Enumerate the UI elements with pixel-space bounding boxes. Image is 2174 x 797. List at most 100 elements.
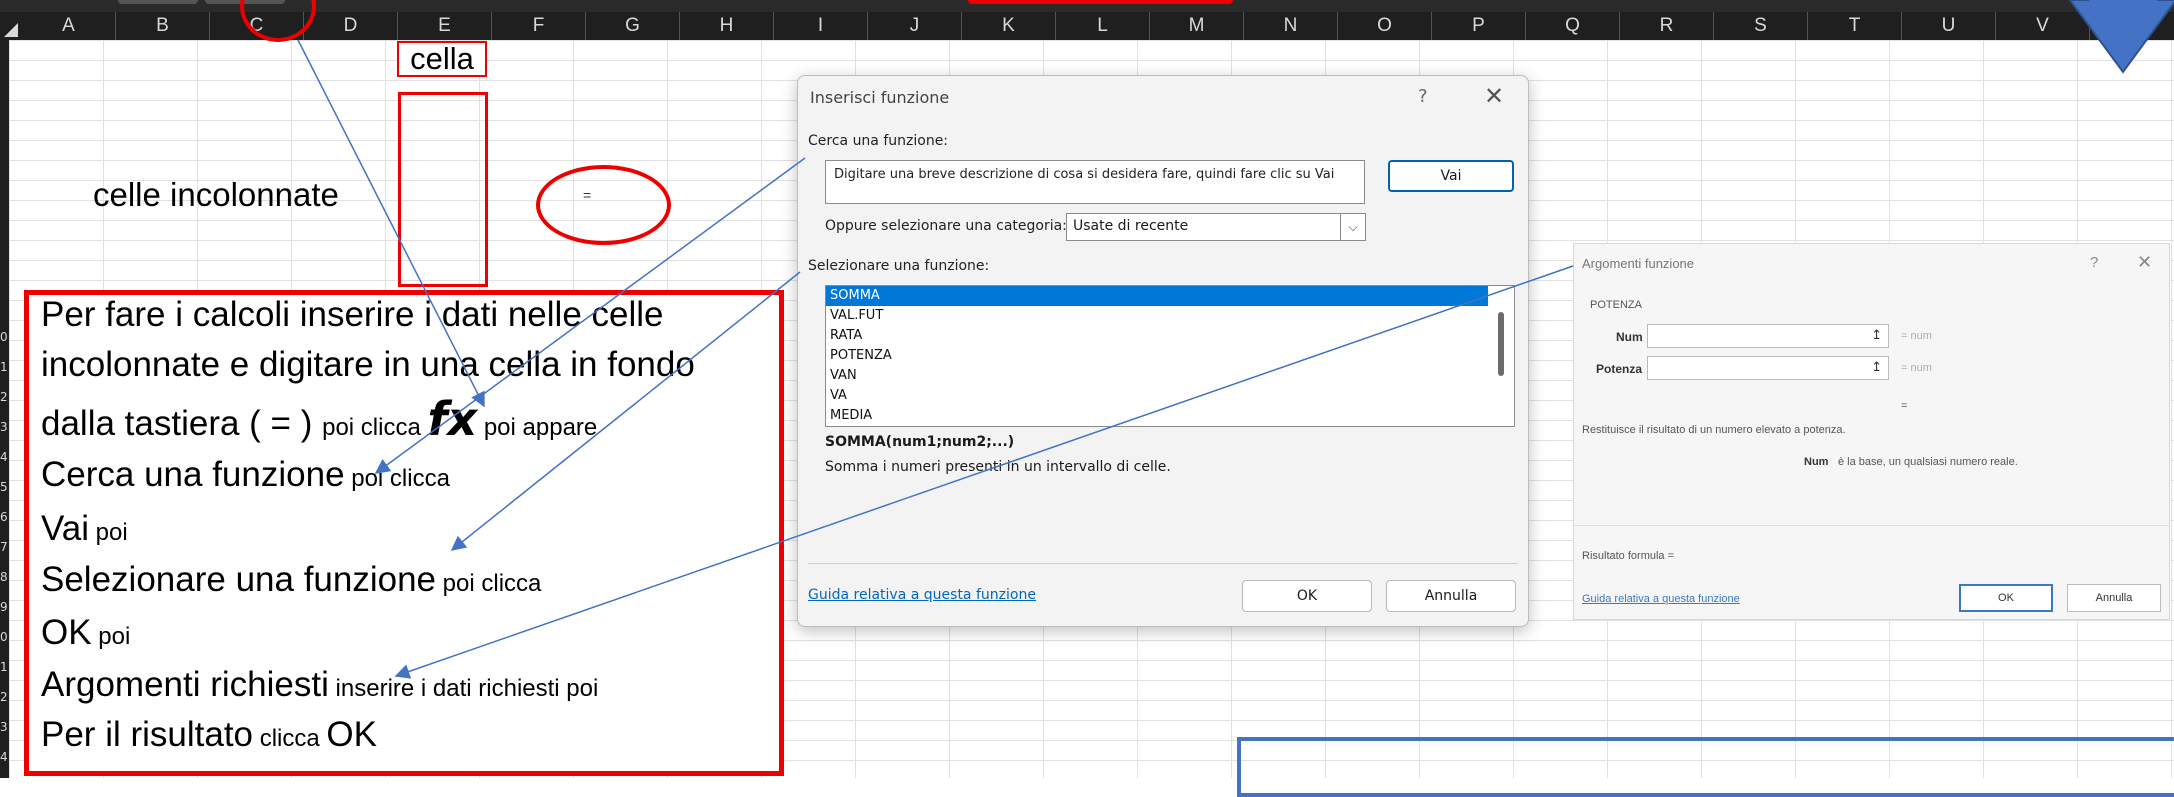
- row-header[interactable]: 5: [0, 480, 9, 494]
- cancel-button[interactable]: Annulla: [1386, 580, 1516, 612]
- column-header-o[interactable]: O: [1338, 12, 1432, 40]
- row-header[interactable]: 0: [0, 630, 9, 644]
- window-top-strip: [0, 0, 2174, 12]
- select-all-corner[interactable]: [0, 12, 22, 40]
- row-header[interactable]: 4: [0, 450, 9, 464]
- instruction-note: clicca: [253, 725, 327, 752]
- equals-cell-circle: [536, 165, 671, 245]
- instruction-text: OK: [326, 715, 377, 754]
- column-header-e[interactable]: E: [398, 12, 492, 40]
- column-header-l[interactable]: L: [1056, 12, 1150, 40]
- function-list-item[interactable]: VAL.FUT: [826, 306, 1488, 326]
- function-list-item[interactable]: SOMMA: [826, 286, 1488, 306]
- instruction-line-4: Cerca una funzione poi clicca: [41, 455, 450, 495]
- column-header-n[interactable]: N: [1244, 12, 1338, 40]
- equals-cell-value: =: [583, 187, 592, 203]
- row-header[interactable]: 3: [0, 720, 9, 734]
- function-list-item[interactable]: VAN: [826, 366, 1488, 386]
- search-input[interactable]: Digitare una breve descrizione di cosa s…: [825, 160, 1365, 204]
- column-header-g[interactable]: G: [586, 12, 680, 40]
- dialog-title: Argomenti funzione: [1582, 256, 1695, 271]
- instruction-line-8: Argomenti richiesti inserire i dati rich…: [41, 665, 598, 705]
- function-list-item[interactable]: VA: [826, 386, 1488, 406]
- column-header-q[interactable]: Q: [1526, 12, 1620, 40]
- function-description: Restituisce il risultato di un numero el…: [1582, 424, 1846, 436]
- arrow-down-icon: [2068, 0, 2174, 74]
- instruction-text: Argomenti richiesti: [41, 665, 329, 704]
- arg1-input[interactable]: ↥: [1647, 324, 1889, 348]
- instructions-box: Per fare i calcoli inserire i dati nelle…: [24, 290, 784, 776]
- ok-button[interactable]: OK: [1959, 584, 2053, 612]
- arg2-label: Potenza: [1596, 362, 1643, 376]
- instruction-text: Cerca una funzione: [41, 455, 345, 494]
- column-header-h[interactable]: H: [680, 12, 774, 40]
- row-header[interactable]: 2: [0, 390, 9, 404]
- instruction-line-9: Per il risultato clicca OK: [41, 715, 377, 755]
- insert-function-dialog: Inserisci funzione ? ✕ Cerca una funzion…: [797, 75, 1529, 627]
- arg1-label: Num: [1616, 330, 1643, 344]
- column-header-s[interactable]: S: [1714, 12, 1808, 40]
- column-header-bar: ABCDEFGHIJKLMNOPQRSTUV: [0, 12, 2174, 40]
- arg2-input[interactable]: ↥: [1647, 356, 1889, 380]
- ok-button[interactable]: OK: [1242, 580, 1372, 612]
- instruction-note: poi: [89, 519, 128, 546]
- column-header-u[interactable]: U: [1902, 12, 1996, 40]
- column-header-f[interactable]: F: [492, 12, 586, 40]
- column-header-i[interactable]: I: [774, 12, 868, 40]
- instruction-note: poi clicca: [344, 465, 450, 492]
- column-header-k[interactable]: K: [962, 12, 1056, 40]
- help-link[interactable]: Guida relativa a questa funzione: [1582, 593, 1740, 605]
- row-header[interactable]: 8: [0, 570, 9, 584]
- column-header-t[interactable]: T: [1808, 12, 1902, 40]
- row-header[interactable]: 3: [0, 420, 9, 434]
- instruction-text: dalla tastiera ( = ): [41, 404, 323, 443]
- instruction-text: Per il risultato: [41, 715, 254, 754]
- column-header-b[interactable]: B: [116, 12, 210, 40]
- function-list-item[interactable]: RATA: [826, 326, 1488, 346]
- help-link[interactable]: Guida relativa a questa funzione: [808, 587, 1036, 603]
- instruction-text: Vai: [41, 509, 89, 548]
- collapse-arrow-icon[interactable]: ↥: [1871, 359, 1882, 375]
- row-header[interactable]: 2: [0, 690, 9, 704]
- row-header[interactable]: 1: [0, 360, 9, 374]
- category-label: Oppure selezionare una categoria:: [825, 218, 1067, 234]
- chevron-down-icon[interactable]: ⌵: [1340, 214, 1365, 240]
- column-header-p[interactable]: P: [1432, 12, 1526, 40]
- collapse-arrow-icon[interactable]: ↥: [1871, 327, 1882, 343]
- fx-icon: fx: [427, 392, 478, 446]
- help-icon[interactable]: ?: [2090, 254, 2098, 271]
- row-header[interactable]: 9: [0, 600, 9, 614]
- close-icon[interactable]: ✕: [1484, 82, 1504, 110]
- blue-frame: [1237, 737, 2174, 797]
- list-scrollbar[interactable]: [1498, 312, 1504, 376]
- row-header[interactable]: 6: [0, 510, 9, 524]
- cella-label: cella: [397, 41, 487, 77]
- arg2-hint: = num: [1901, 362, 1932, 374]
- dialog-title: Inserisci funzione: [810, 88, 950, 107]
- row-header[interactable]: 4: [0, 750, 9, 764]
- column-header-a[interactable]: A: [22, 12, 116, 40]
- divider: [808, 563, 1518, 564]
- instruction-line-6: Selezionare una funzione poi clicca: [41, 560, 541, 600]
- help-icon[interactable]: ?: [1418, 86, 1428, 107]
- cancel-button[interactable]: Annulla: [2067, 584, 2161, 612]
- category-select[interactable]: Usate di recente ⌵: [1066, 213, 1366, 241]
- function-list-item[interactable]: MEDIA: [826, 406, 1488, 426]
- close-icon[interactable]: ✕: [2137, 252, 2152, 273]
- column-header-r[interactable]: R: [1620, 12, 1714, 40]
- function-arguments-dialog: Argomenti funzione ? ✕ POTENZA Num ↥ = n…: [1573, 243, 2170, 620]
- arg-description: è la base, un qualsiasi numero reale.: [1838, 456, 2018, 468]
- arg-desc-label: Num: [1804, 456, 1829, 468]
- column-header-d[interactable]: D: [304, 12, 398, 40]
- column-header-j[interactable]: J: [868, 12, 962, 40]
- select-function-label: Selezionare una funzione:: [808, 258, 990, 274]
- row-header[interactable]: 0: [0, 330, 9, 344]
- instruction-line-1: Per fare i calcoli inserire i dati nelle…: [41, 295, 664, 334]
- instruction-note: poi clicca: [322, 414, 428, 441]
- vai-button[interactable]: Vai: [1388, 160, 1514, 192]
- function-list[interactable]: SOMMA VAL.FUT RATA POTENZA VAN VA MEDIA: [825, 285, 1515, 427]
- row-header[interactable]: 7: [0, 540, 9, 554]
- row-header[interactable]: 1: [0, 660, 9, 674]
- function-list-item[interactable]: POTENZA: [826, 346, 1488, 366]
- column-header-m[interactable]: M: [1150, 12, 1244, 40]
